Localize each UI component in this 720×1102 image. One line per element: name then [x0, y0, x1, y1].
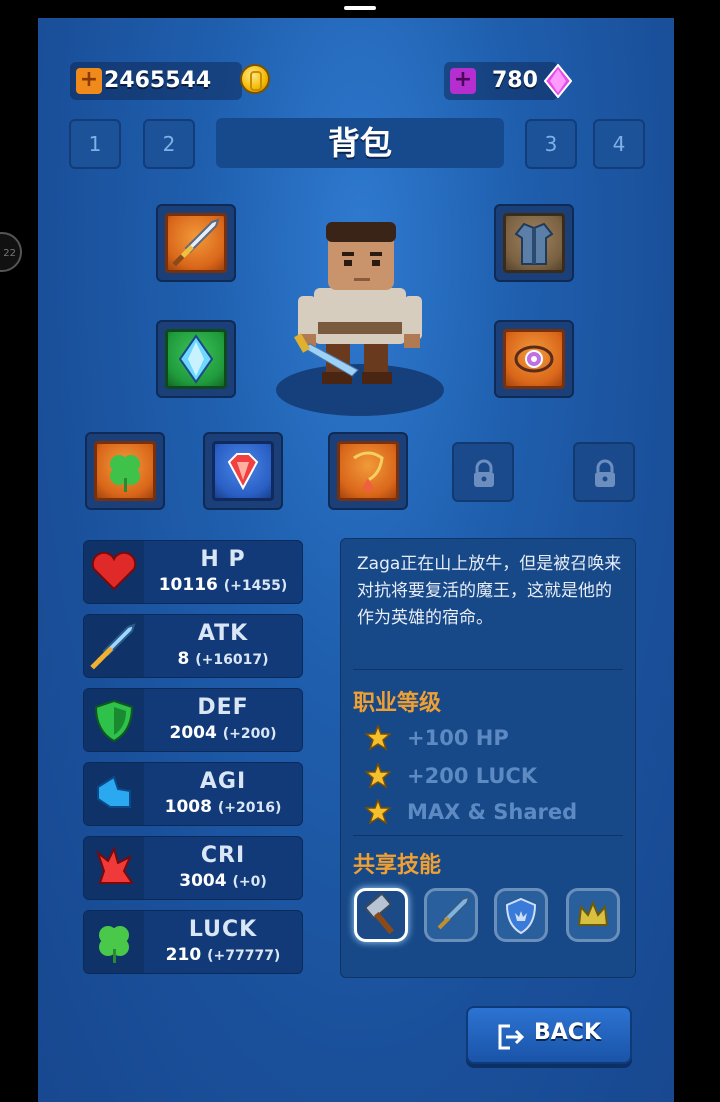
amulet-icon	[514, 345, 554, 373]
divider	[353, 835, 623, 836]
star-icon	[365, 725, 391, 751]
tab-1[interactable]: 1	[69, 119, 121, 169]
skill-crown[interactable]	[566, 888, 620, 942]
inventory-screen: + 2465544 + 780 1 2 背包 3 4 H P 10116 (+1…	[38, 18, 674, 1102]
skill-hammer[interactable]	[354, 888, 408, 942]
equip-slot-armor[interactable]	[494, 204, 574, 282]
sword-icon	[437, 895, 471, 930]
perk-text: MAX & Shared	[407, 800, 578, 824]
class-level-title: 职业等级	[353, 691, 442, 716]
divider	[353, 669, 623, 670]
stat-agi: AGI 1008 (+2016)	[83, 762, 303, 826]
side-floating-button[interactable]: 22	[0, 232, 22, 272]
tab-3[interactable]: 3	[525, 119, 577, 169]
crown-icon	[577, 900, 609, 926]
boot-icon	[97, 775, 131, 808]
heart-icon	[91, 551, 137, 591]
stat-luck: LUCK 210 (+77777)	[83, 910, 303, 974]
star-icon	[365, 799, 391, 825]
hero-description: Zaga正在山上放牛，但是被召唤来对抗将要复活的魔王，这就是他的作为英雄的宿命。	[357, 554, 622, 628]
shield-icon	[94, 699, 134, 743]
ruby-icon	[227, 453, 259, 491]
stat-name: CRI	[200, 843, 246, 868]
status-bar-indicator	[344, 6, 376, 10]
skill-shield-crest[interactable]	[494, 888, 548, 942]
armor-icon	[514, 222, 554, 265]
page-title: 背包	[216, 118, 504, 168]
perk-text: +100 HP	[407, 726, 509, 750]
gold-counter: + 2465544	[70, 62, 270, 100]
stat-bonus: (+2016)	[217, 800, 282, 816]
perk-text: +200 LUCK	[407, 764, 538, 788]
equip-slot-crystal[interactable]	[156, 320, 236, 398]
gem-amount: 780	[492, 68, 538, 93]
hero-character	[276, 222, 444, 416]
skill-sword[interactable]	[424, 888, 478, 942]
stat-def: DEF 2004 (+200)	[83, 688, 303, 752]
tab-2[interactable]: 2	[143, 119, 195, 169]
stat-value: 1008	[164, 797, 212, 817]
equip-slot-locked-2[interactable]	[573, 442, 635, 502]
stat-value: 210	[165, 945, 202, 965]
exit-icon	[498, 1024, 525, 1050]
burst-icon	[95, 846, 134, 884]
equip-slot-clover[interactable]	[85, 432, 165, 510]
stat-name: AGI	[199, 769, 247, 794]
equip-slot-necklace[interactable]	[328, 432, 408, 510]
gold-amount: 2465544	[104, 68, 212, 93]
hammer-icon	[364, 893, 395, 935]
stat-bonus: (+200)	[222, 726, 277, 742]
clover-icon	[110, 455, 140, 492]
stat-name: DEF	[197, 695, 249, 720]
stat-value: 8	[177, 649, 190, 669]
shield-crest-icon	[505, 897, 537, 935]
tab-4[interactable]: 4	[593, 119, 645, 169]
equip-slot-locked-1[interactable]	[452, 442, 514, 502]
gold-coin-icon	[240, 64, 270, 94]
gem-icon	[544, 64, 572, 98]
stat-atk: ATK 8 (+16017)	[83, 614, 303, 678]
necklace-icon	[353, 451, 384, 492]
lock-icon	[595, 459, 615, 487]
shared-skills-title: 共享技能	[353, 853, 442, 878]
lock-icon	[474, 459, 494, 487]
add-gold-button[interactable]: +	[76, 68, 102, 94]
stat-bonus: (+0)	[232, 874, 267, 890]
equip-slot-amulet[interactable]	[494, 320, 574, 398]
stat-value: 2004	[169, 723, 217, 743]
equip-slot-weapon[interactable]	[156, 204, 236, 282]
stat-bonus: (+1455)	[223, 578, 288, 594]
stat-bonus: (+77777)	[207, 948, 281, 964]
stat-value: 10116	[158, 575, 218, 595]
crystal-icon	[178, 334, 214, 384]
back-button[interactable]: BACK	[466, 1006, 632, 1064]
stat-value: 3004	[179, 871, 227, 891]
add-gems-button[interactable]: +	[450, 68, 476, 94]
stat-name: H P	[200, 547, 246, 572]
stat-name: ATK	[197, 621, 249, 646]
equip-slot-ruby[interactable]	[203, 432, 283, 510]
stat-hp: H P 10116 (+1455)	[83, 540, 303, 604]
back-label: BACK	[534, 1020, 601, 1045]
gem-counter: + 780	[444, 62, 572, 100]
stat-bonus: (+16017)	[195, 652, 269, 668]
sword-icon	[172, 218, 220, 267]
clover-icon	[99, 926, 129, 963]
stat-name: LUCK	[188, 917, 258, 942]
sword-icon	[90, 623, 136, 670]
star-icon	[365, 763, 391, 789]
stat-cri: CRI 3004 (+0)	[83, 836, 303, 900]
